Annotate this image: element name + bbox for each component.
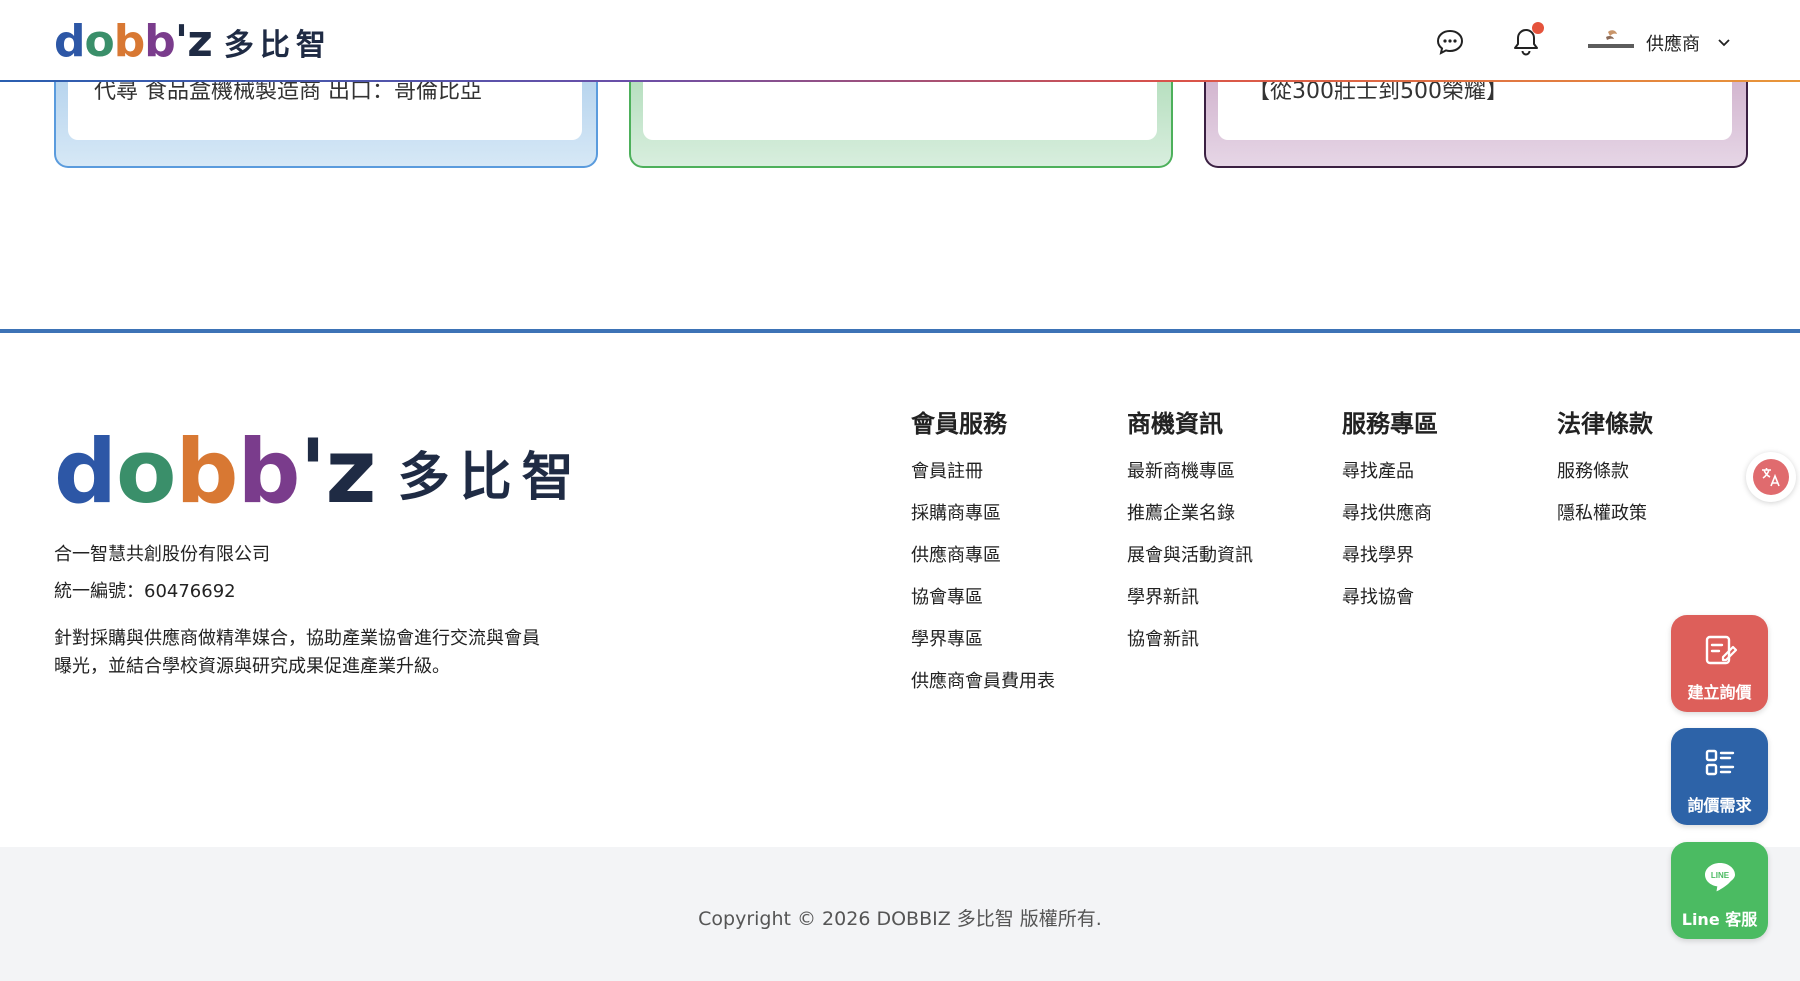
list-icon bbox=[1705, 749, 1735, 776]
footer-link[interactable]: 展會與活動資訊 bbox=[1127, 542, 1327, 584]
company-name: 合一智慧共創股份有限公司 bbox=[54, 544, 270, 565]
user-role-label[interactable]: 供應商 bbox=[1646, 30, 1700, 56]
footer-link[interactable]: 隱私權政策 bbox=[1557, 500, 1757, 542]
footer-link[interactable]: 採購商專區 bbox=[911, 500, 1111, 542]
header-gradient-divider bbox=[0, 80, 1800, 82]
translate-button[interactable] bbox=[1746, 452, 1796, 502]
line-service-label: Line 客服 bbox=[1681, 910, 1758, 929]
line-icon: LINE bbox=[1705, 863, 1735, 892]
footer-link[interactable]: 協會新訊 bbox=[1127, 626, 1327, 668]
footer-link[interactable]: 供應商會員費用表 bbox=[911, 668, 1111, 710]
footer-divider bbox=[0, 329, 1800, 333]
footer-link[interactable]: 會員註冊 bbox=[911, 458, 1111, 500]
footer-logo[interactable]: dobb'z 多比智 bbox=[54, 428, 584, 516]
footer-link[interactable]: 最新商機專區 bbox=[1127, 458, 1327, 500]
logo-chinese-text: 多比智 bbox=[223, 28, 332, 63]
chat-icon[interactable] bbox=[1434, 26, 1466, 58]
site-logo[interactable]: dobb'z 多比智 bbox=[54, 20, 332, 64]
footer-link[interactable]: 協會專區 bbox=[911, 584, 1111, 626]
footer-column-legal: 法律條款 服務條款 隱私權政策 bbox=[1557, 408, 1757, 542]
footer-column-business-info: 商機資訊 最新商機專區 推薦企業名錄 展會與活動資訊 學界新訊 協會新訊 bbox=[1127, 408, 1327, 668]
line-icon-text: LINE bbox=[1711, 871, 1730, 880]
footer-link[interactable]: 學界專區 bbox=[911, 626, 1111, 668]
copyright-text: Copyright © 2026 DOBBIZ 多比智 版權所有. bbox=[698, 908, 1102, 930]
company-logo-icon bbox=[1588, 30, 1634, 48]
edit-note-icon bbox=[1705, 635, 1738, 665]
footer-column-title: 法律條款 bbox=[1557, 410, 1653, 438]
quote-needs-label: 詢價需求 bbox=[1687, 796, 1752, 815]
dobbiz-logo-mark: dobb'z bbox=[54, 16, 213, 67]
top-header: dobb'z 多比智 供應商 bbox=[0, 0, 1800, 81]
footer-column-services: 服務專區 尋找產品 尋找供應商 尋找學界 尋找協會 bbox=[1342, 408, 1542, 626]
footer-link[interactable]: 學界新訊 bbox=[1127, 584, 1327, 626]
logo-chinese-text: 多比智 bbox=[397, 447, 584, 508]
footer-link[interactable]: 推薦企業名錄 bbox=[1127, 500, 1327, 542]
footer-column-title: 服務專區 bbox=[1342, 410, 1438, 438]
notification-badge bbox=[1532, 22, 1544, 34]
company-description: 針對採購與供應商做精準媒合，協助產業協會進行交流與會員曝光，並結合學校資源與研究… bbox=[54, 628, 540, 677]
footer-link[interactable]: 尋找協會 bbox=[1342, 584, 1542, 626]
footer-link[interactable]: 尋找學界 bbox=[1342, 542, 1542, 584]
chevron-down-icon[interactable] bbox=[1716, 34, 1732, 50]
footer-column-member-services: 會員服務 會員註冊 採購商專區 供應商專區 協會專區 學界專區 供應商會員費用表 bbox=[911, 408, 1111, 710]
footer-column-title: 會員服務 bbox=[911, 410, 1007, 438]
footer-column-title: 商機資訊 bbox=[1127, 410, 1223, 438]
footer-link[interactable]: 尋找產品 bbox=[1342, 458, 1542, 500]
dobbiz-logo-mark: dobb'z bbox=[54, 420, 377, 523]
line-service-button[interactable]: LINE Line 客服 bbox=[1671, 842, 1768, 939]
create-quote-label: 建立詢價 bbox=[1687, 683, 1752, 702]
translate-icon bbox=[1762, 468, 1780, 487]
tax-id: 統一編號：60476692 bbox=[54, 581, 236, 602]
footer-link[interactable]: 供應商專區 bbox=[911, 542, 1111, 584]
footer-link[interactable]: 服務條款 bbox=[1557, 458, 1757, 500]
footer-link[interactable]: 尋找供應商 bbox=[1342, 500, 1542, 542]
create-quote-button[interactable]: 建立詢價 bbox=[1671, 615, 1768, 712]
quote-needs-button[interactable]: 詢價需求 bbox=[1671, 728, 1768, 825]
